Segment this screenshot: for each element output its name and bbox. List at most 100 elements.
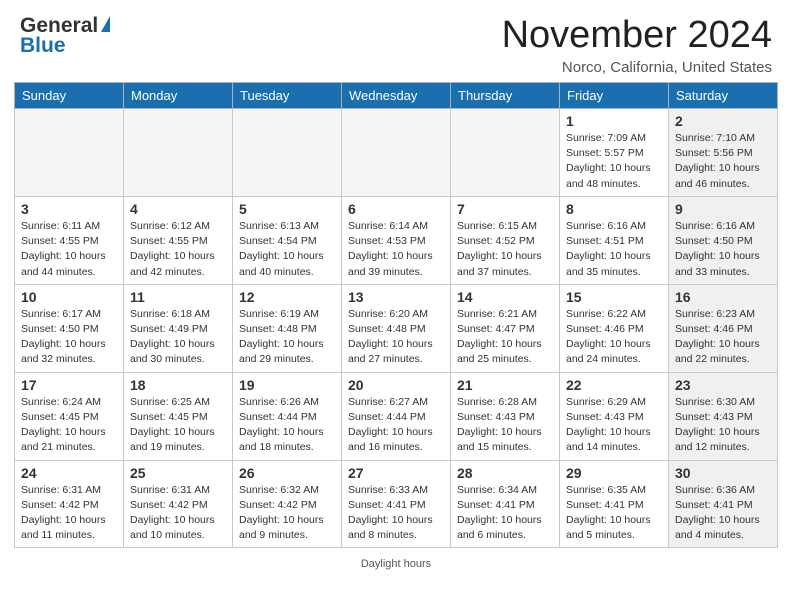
calendar-cell: 13 Sunrise: 6:20 AM Sunset: 4:48 PM Dayli… <box>342 284 451 372</box>
calendar-cell: 30 Sunrise: 6:36 AM Sunset: 4:41 PM Dayli… <box>669 460 778 548</box>
day-info: Sunrise: 6:25 AM Sunset: 4:45 PM Dayligh… <box>130 395 226 456</box>
day-info: Sunrise: 6:32 AM Sunset: 4:42 PM Dayligh… <box>239 483 335 544</box>
day-number: 7 <box>457 201 553 217</box>
day-number: 18 <box>130 377 226 393</box>
calendar-cell <box>342 109 451 197</box>
day-number: 21 <box>457 377 553 393</box>
calendar-cell: 15Sunrise: 6:22 AM Sunset: 4:46 PM Dayli… <box>560 284 669 372</box>
calendar-cell: 3Sunrise: 6:11 AM Sunset: 4:55 PM Daylig… <box>15 196 124 284</box>
day-number: 10 <box>21 289 117 305</box>
day-number: 25 <box>130 465 226 481</box>
day-info: Sunrise: 6:31 AM Sunset: 4:42 PM Dayligh… <box>21 483 117 544</box>
day-info: Sunrise: 6:36 AM Sunset: 4:41 PM Dayligh… <box>675 483 771 544</box>
calendar-cell: 20 Sunrise: 6:27 AM Sunset: 4:44 PM Dayli… <box>342 372 451 460</box>
calendar-cell: 16Sunrise: 6:23 AM Sunset: 4:46 PM Dayli… <box>669 284 778 372</box>
day-number: 13 <box>348 289 444 305</box>
calendar-cell: 11Sunrise: 6:18 AM Sunset: 4:49 PM Dayli… <box>124 284 233 372</box>
calendar-week-2: 3Sunrise: 6:11 AM Sunset: 4:55 PM Daylig… <box>15 196 778 284</box>
calendar-cell: 18 Sunrise: 6:25 AM Sunset: 4:45 PM Dayli… <box>124 372 233 460</box>
calendar-cell: 10 Sunrise: 6:17 AM Sunset: 4:50 PM Dayli… <box>15 284 124 372</box>
day-info: Sunrise: 6:14 AM Sunset: 4:53 PM Dayligh… <box>348 219 444 280</box>
header-day-friday: Friday <box>560 83 669 109</box>
day-number: 9 <box>675 201 771 217</box>
calendar-cell: 5Sunrise: 6:13 AM Sunset: 4:54 PM Daylig… <box>233 196 342 284</box>
calendar-cell: 4Sunrise: 6:12 AM Sunset: 4:55 PM Daylig… <box>124 196 233 284</box>
day-number: 24 <box>21 465 117 481</box>
day-info: Sunrise: 6:11 AM Sunset: 4:55 PM Dayligh… <box>21 219 117 280</box>
day-number: 19 <box>239 377 335 393</box>
day-info: Sunrise: 6:33 AM Sunset: 4:41 PM Dayligh… <box>348 483 444 544</box>
calendar-week-5: 24 Sunrise: 6:31 AM Sunset: 4:42 PM Dayli… <box>15 460 778 548</box>
calendar-cell: 24 Sunrise: 6:31 AM Sunset: 4:42 PM Dayli… <box>15 460 124 548</box>
calendar-cell: 25 Sunrise: 6:31 AM Sunset: 4:42 PM Dayli… <box>124 460 233 548</box>
day-number: 17 <box>21 377 117 393</box>
day-number: 26 <box>239 465 335 481</box>
day-number: 2 <box>675 113 771 129</box>
calendar-cell: 7Sunrise: 6:15 AM Sunset: 4:52 PM Daylig… <box>451 196 560 284</box>
calendar-cell: 14 Sunrise: 6:21 AM Sunset: 4:47 PM Dayli… <box>451 284 560 372</box>
day-info: Sunrise: 6:16 AM Sunset: 4:50 PM Dayligh… <box>675 219 771 280</box>
day-number: 20 <box>348 377 444 393</box>
calendar-week-4: 17 Sunrise: 6:24 AM Sunset: 4:45 PM Dayli… <box>15 372 778 460</box>
calendar-cell <box>124 109 233 197</box>
day-info: Sunrise: 6:27 AM Sunset: 4:44 PM Dayligh… <box>348 395 444 456</box>
day-info: Sunrise: 6:20 AM Sunset: 4:48 PM Dayligh… <box>348 307 444 368</box>
day-info: Sunrise: 7:10 AM Sunset: 5:56 PM Dayligh… <box>675 131 771 192</box>
day-info: Sunrise: 6:24 AM Sunset: 4:45 PM Dayligh… <box>21 395 117 456</box>
calendar-wrap: SundayMondayTuesdayWednesdayThursdayFrid… <box>0 82 792 556</box>
day-number: 30 <box>675 465 771 481</box>
calendar-cell: 9 Sunrise: 6:16 AM Sunset: 4:50 PM Daylig… <box>669 196 778 284</box>
day-info: Sunrise: 6:34 AM Sunset: 4:41 PM Dayligh… <box>457 483 553 544</box>
header-day-thursday: Thursday <box>451 83 560 109</box>
calendar-cell: 28Sunrise: 6:34 AM Sunset: 4:41 PM Dayli… <box>451 460 560 548</box>
day-info: Sunrise: 6:23 AM Sunset: 4:46 PM Dayligh… <box>675 307 771 368</box>
calendar-cell: 12Sunrise: 6:19 AM Sunset: 4:48 PM Dayli… <box>233 284 342 372</box>
calendar-cell: 19Sunrise: 6:26 AM Sunset: 4:44 PM Dayli… <box>233 372 342 460</box>
calendar-cell <box>233 109 342 197</box>
day-info: Sunrise: 6:31 AM Sunset: 4:42 PM Dayligh… <box>130 483 226 544</box>
daylight-label: Daylight hours <box>361 558 431 570</box>
day-number: 22 <box>566 377 662 393</box>
day-info: Sunrise: 6:18 AM Sunset: 4:49 PM Dayligh… <box>130 307 226 368</box>
footer: Daylight hours <box>0 556 792 572</box>
calendar-table: SundayMondayTuesdayWednesdayThursdayFrid… <box>14 82 778 548</box>
calendar-cell: 1 Sunrise: 7:09 AM Sunset: 5:57 PM Daylig… <box>560 109 669 197</box>
calendar-cell: 17 Sunrise: 6:24 AM Sunset: 4:45 PM Dayli… <box>15 372 124 460</box>
day-info: Sunrise: 7:09 AM Sunset: 5:57 PM Dayligh… <box>566 131 662 192</box>
day-info: Sunrise: 6:17 AM Sunset: 4:50 PM Dayligh… <box>21 307 117 368</box>
day-info: Sunrise: 6:21 AM Sunset: 4:47 PM Dayligh… <box>457 307 553 368</box>
calendar-cell: 21Sunrise: 6:28 AM Sunset: 4:43 PM Dayli… <box>451 372 560 460</box>
logo: General Blue <box>20 14 110 58</box>
day-number: 1 <box>566 113 662 129</box>
day-info: Sunrise: 6:35 AM Sunset: 4:41 PM Dayligh… <box>566 483 662 544</box>
month-year: November 2024 <box>502 14 772 57</box>
location: Norco, California, United States <box>502 59 772 76</box>
calendar-cell <box>451 109 560 197</box>
header-day-monday: Monday <box>124 83 233 109</box>
day-number: 14 <box>457 289 553 305</box>
calendar-cell: 23 Sunrise: 6:30 AM Sunset: 4:43 PM Dayli… <box>669 372 778 460</box>
day-number: 27 <box>348 465 444 481</box>
header-day-wednesday: Wednesday <box>342 83 451 109</box>
logo-triangle-icon <box>101 16 110 32</box>
calendar-cell: 2 Sunrise: 7:10 AM Sunset: 5:56 PM Daylig… <box>669 109 778 197</box>
header: General Blue November 2024 Norco, Califo… <box>0 0 792 82</box>
day-number: 23 <box>675 377 771 393</box>
day-info: Sunrise: 6:12 AM Sunset: 4:55 PM Dayligh… <box>130 219 226 280</box>
header-day-saturday: Saturday <box>669 83 778 109</box>
day-info: Sunrise: 6:30 AM Sunset: 4:43 PM Dayligh… <box>675 395 771 456</box>
day-info: Sunrise: 6:19 AM Sunset: 4:48 PM Dayligh… <box>239 307 335 368</box>
calendar-cell: 27 Sunrise: 6:33 AM Sunset: 4:41 PM Dayli… <box>342 460 451 548</box>
day-number: 29 <box>566 465 662 481</box>
logo-blue-text: Blue <box>20 34 110 58</box>
title-area: November 2024 Norco, California, United … <box>502 14 772 76</box>
header-day-sunday: Sunday <box>15 83 124 109</box>
calendar-cell: 29 Sunrise: 6:35 AM Sunset: 4:41 PM Dayli… <box>560 460 669 548</box>
calendar-header-row: SundayMondayTuesdayWednesdayThursdayFrid… <box>15 83 778 109</box>
header-day-tuesday: Tuesday <box>233 83 342 109</box>
day-number: 6 <box>348 201 444 217</box>
day-number: 15 <box>566 289 662 305</box>
calendar-cell: 6 Sunrise: 6:14 AM Sunset: 4:53 PM Daylig… <box>342 196 451 284</box>
calendar-week-3: 10 Sunrise: 6:17 AM Sunset: 4:50 PM Dayli… <box>15 284 778 372</box>
day-number: 5 <box>239 201 335 217</box>
